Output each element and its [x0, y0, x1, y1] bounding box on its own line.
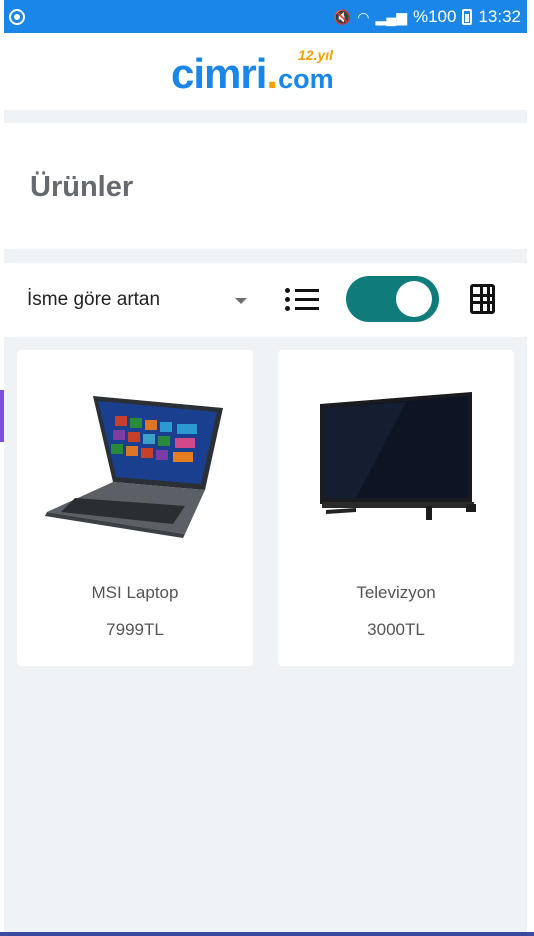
wifi-icon: ◠ — [357, 9, 370, 25]
logo-main-text: cimri — [171, 50, 267, 97]
app-header: cimri . com 12.yıl — [4, 33, 527, 110]
list-view-icon[interactable] — [285, 287, 319, 313]
title-card: Ürünler — [4, 123, 527, 249]
laptop-image — [45, 396, 223, 538]
window-bottom-edge — [0, 932, 534, 936]
product-card[interactable]: MSI Laptop 7999TL — [17, 350, 253, 666]
page-title: Ürünler — [30, 171, 134, 203]
clock: 13:32 — [478, 7, 521, 26]
chevron-down-icon — [235, 298, 247, 304]
tv-image — [320, 392, 476, 520]
cimri-logo[interactable]: cimri . com 12.yıl — [171, 47, 334, 97]
product-name: Televizyon — [356, 583, 436, 602]
logo-suffix: com — [278, 64, 334, 94]
product-price: 7999TL — [106, 620, 164, 639]
battery-charging-icon — [462, 9, 473, 25]
battery-percent: %100 — [412, 7, 457, 26]
product-price: 3000TL — [367, 620, 425, 639]
toggle-knob — [396, 281, 432, 317]
window-edge-decoration — [0, 390, 4, 442]
app-notification-icon — [9, 9, 25, 25]
logo-dot: . — [266, 50, 279, 97]
app-screen: 🔇 ◠ ▂▄▆ %100 13:32 cimri . com 12.yıl Ür… — [4, 0, 527, 936]
status-bar: 🔇 ◠ ▂▄▆ %100 13:32 — [4, 0, 527, 33]
sort-selected-value: İsme göre artan — [27, 289, 161, 310]
status-icons: 🔇 ◠ ▂▄▆ %100 13:32 — [334, 6, 521, 28]
sort-dropdown[interactable]: İsme göre artan — [20, 277, 255, 323]
product-name: MSI Laptop — [91, 583, 179, 602]
logo-badge: 12.yıl — [298, 47, 334, 63]
grid-view-icon[interactable] — [470, 284, 495, 314]
signal-icon: ▂▄▆ — [375, 9, 407, 25]
mute-icon: 🔇 — [333, 9, 352, 25]
view-controls: İsme göre artan — [4, 263, 527, 337]
product-card[interactable]: Televizyon 3000TL — [278, 350, 514, 666]
view-mode-toggle[interactable] — [346, 276, 439, 322]
